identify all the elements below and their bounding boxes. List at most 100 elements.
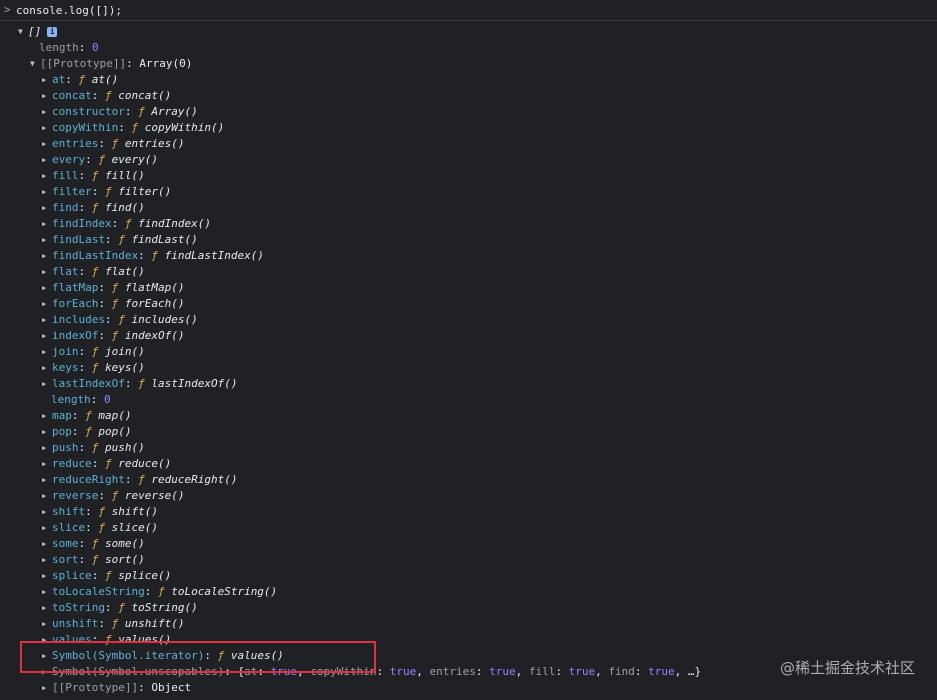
function-name: map()	[98, 409, 132, 422]
collapsed-triangle-icon[interactable]: ▶	[42, 440, 52, 456]
tree-row-method[interactable]: ▶ reduce: ƒ reduce()	[42, 456, 171, 472]
collapsed-triangle-icon[interactable]: ▶	[42, 616, 52, 632]
collapsed-triangle-icon[interactable]: ▶	[42, 280, 52, 296]
tree-row-method[interactable]: ▶ findIndex: ƒ findIndex()	[42, 216, 211, 232]
tree-row-method[interactable]: ▶ toLocaleString: ƒ toLocaleString()	[42, 584, 277, 600]
property-key: fill	[52, 169, 79, 182]
collapsed-triangle-icon[interactable]: ▶	[42, 360, 52, 376]
tree-row-method[interactable]: ▶ concat: ƒ concat()	[42, 88, 171, 104]
tree-row-method[interactable]: ▶ indexOf: ƒ indexOf()	[42, 328, 184, 344]
collapsed-triangle-icon[interactable]: ▶	[42, 136, 52, 152]
tree-row-method[interactable]: ▶ unshift: ƒ unshift()	[42, 616, 184, 632]
tree-row-method[interactable]: ▶ reduceRight: ƒ reduceRight()	[42, 472, 237, 488]
tree-row-method[interactable]: ▶ entries: ƒ entries()	[42, 136, 184, 152]
collapsed-triangle-icon[interactable]: ▶	[42, 424, 52, 440]
collapsed-triangle-icon[interactable]: ▶	[42, 680, 52, 696]
collapsed-triangle-icon[interactable]: ▶	[42, 72, 52, 88]
console-input-row[interactable]: > console.log([]);	[0, 0, 937, 21]
property-key: find	[52, 201, 79, 214]
collapsed-triangle-icon[interactable]: ▶	[42, 376, 52, 392]
collapsed-triangle-icon[interactable]: ▶	[42, 312, 52, 328]
tree-row-method[interactable]: ▶ constructor: ƒ Array()	[42, 104, 198, 120]
expanded-triangle-icon[interactable]: ▼	[18, 24, 28, 40]
tree-row-method[interactable]: ▶ slice: ƒ slice()	[42, 520, 158, 536]
watermark: @稀土掘金技术社区	[779, 659, 915, 677]
tree-row-method[interactable]: ▶ splice: ƒ splice()	[42, 568, 171, 584]
collapsed-triangle-icon[interactable]: ▶	[42, 520, 52, 536]
collapsed-triangle-icon[interactable]: ▶	[42, 504, 52, 520]
collapsed-triangle-icon[interactable]: ▶	[42, 152, 52, 168]
property-value: 0	[92, 41, 99, 54]
collapsed-triangle-icon[interactable]: ▶	[42, 600, 52, 616]
collapsed-triangle-icon[interactable]: ▶	[42, 584, 52, 600]
property-key: filter	[52, 185, 92, 198]
tree-row-method[interactable]: ▶ forEach: ƒ forEach()	[42, 296, 184, 312]
collapsed-triangle-icon[interactable]: ▶	[42, 248, 52, 264]
tree-row-method[interactable]: ▶ pop: ƒ pop()	[42, 424, 132, 440]
collapsed-triangle-icon[interactable]: ▶	[42, 472, 52, 488]
collapsed-triangle-icon[interactable]: ▶	[42, 344, 52, 360]
tree-row-method[interactable]: ▶ keys: ƒ keys()	[42, 360, 145, 376]
tree-row-root[interactable]: ▼[] i	[18, 24, 58, 40]
tree-row-method[interactable]: ▶ join: ƒ join()	[42, 344, 145, 360]
property-key: sort	[52, 553, 79, 566]
collapsed-triangle-icon[interactable]: ▶	[42, 408, 52, 424]
preview-value: true	[489, 665, 516, 678]
tree-row-prototype[interactable]: ▼ [[Prototype]]: Array(0)	[30, 56, 192, 72]
tree-row-method[interactable]: ▶ findLast: ƒ findLast()	[42, 232, 198, 248]
tree-row-method[interactable]: ▶ fill: ƒ fill()	[42, 168, 145, 184]
tree-row-method[interactable]: ▶ push: ƒ push()	[42, 440, 145, 456]
preview-key: find	[608, 665, 635, 678]
collapsed-triangle-icon[interactable]: ▶	[42, 264, 52, 280]
function-name: copyWithin()	[144, 121, 225, 134]
tree-row-method[interactable]: ▶ every: ƒ every()	[42, 152, 158, 168]
expanded-triangle-icon[interactable]: ▼	[30, 56, 40, 72]
info-icon[interactable]: i	[47, 27, 58, 37]
property-key: length	[51, 393, 91, 406]
collapsed-triangle-icon[interactable]: ▶	[42, 456, 52, 472]
collapsed-triangle-icon[interactable]: ▶	[42, 328, 52, 344]
tree-row-method[interactable]: ▶ map: ƒ map()	[42, 408, 132, 424]
collapsed-triangle-icon[interactable]: ▶	[42, 296, 52, 312]
tree-row-method[interactable]: ▶ filter: ƒ filter()	[42, 184, 171, 200]
function-name: entries()	[124, 137, 185, 150]
function-icon: ƒ	[78, 73, 86, 86]
property-value: Array(0)	[139, 57, 193, 70]
property-key: concat	[52, 89, 92, 102]
function-icon: ƒ	[111, 329, 119, 342]
collapsed-triangle-icon[interactable]: ▶	[42, 120, 52, 136]
tree-row-method[interactable]: ▶ lastIndexOf: ƒ lastIndexOf()	[42, 376, 237, 392]
collapsed-triangle-icon[interactable]: ▶	[42, 488, 52, 504]
tree-row-method[interactable]: ▶ flat: ƒ flat()	[42, 264, 145, 280]
collapsed-triangle-icon[interactable]: ▶	[42, 216, 52, 232]
collapsed-triangle-icon[interactable]: ▶	[42, 88, 52, 104]
function-icon: ƒ	[91, 553, 99, 566]
collapsed-triangle-icon[interactable]: ▶	[42, 168, 52, 184]
tree-row-method[interactable]: ▶ reverse: ƒ reverse()	[42, 488, 184, 504]
tree-row-method[interactable]: ▶ findLastIndex: ƒ findLastIndex()	[42, 248, 264, 264]
tree-row-method[interactable]: ▶ at: ƒ at()	[42, 72, 118, 88]
tree-row-method[interactable]: ▶ toString: ƒ toString()	[42, 600, 198, 616]
function-name: concat()	[118, 89, 172, 102]
property-key: length	[39, 41, 79, 54]
tree-row-method[interactable]: ▶ some: ƒ some()	[42, 536, 145, 552]
tree-row-method[interactable]: ▶ find: ƒ find()	[42, 200, 145, 216]
collapsed-triangle-icon[interactable]: ▶	[42, 536, 52, 552]
collapsed-triangle-icon[interactable]: ▶	[42, 200, 52, 216]
function-icon: ƒ	[151, 249, 158, 262]
tree-row-method[interactable]: ▶ shift: ƒ shift()	[42, 504, 158, 520]
collapsed-triangle-icon[interactable]: ▶	[42, 552, 52, 568]
preview-key: fill	[528, 665, 556, 678]
collapsed-triangle-icon[interactable]: ▶	[42, 568, 52, 584]
collapsed-triangle-icon[interactable]: ▶	[42, 184, 52, 200]
collapsed-triangle-icon[interactable]: ▶	[42, 232, 52, 248]
tree-row-prototype-object[interactable]: ▶ [[Prototype]]: Object	[42, 680, 191, 696]
tree-row-method[interactable]: ▶ flatMap: ƒ flatMap()	[42, 280, 184, 296]
function-name: findLast()	[131, 233, 198, 246]
tree-row-method[interactable]: ▶ sort: ƒ sort()	[42, 552, 145, 568]
collapsed-triangle-icon[interactable]: ▶	[42, 104, 52, 120]
function-name: indexOf()	[124, 329, 185, 342]
tree-row-method[interactable]: ▶ includes: ƒ includes()	[42, 312, 198, 328]
property-key: reduce	[52, 457, 92, 470]
tree-row-method[interactable]: ▶ copyWithin: ƒ copyWithin()	[42, 120, 224, 136]
